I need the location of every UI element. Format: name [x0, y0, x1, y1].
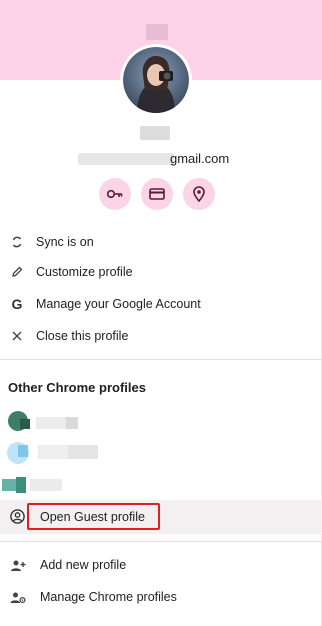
payment-methods-button[interactable]: [141, 178, 173, 210]
add-person-icon: [11, 560, 26, 571]
key-icon: [107, 189, 123, 199]
email-suffix: gmail.com: [170, 151, 230, 166]
location-pin-icon: [193, 186, 205, 202]
avatar-photo: [123, 47, 189, 113]
sync-status-item[interactable]: Sync is on: [0, 227, 322, 257]
pencil-icon: [10, 265, 24, 279]
avatar[interactable]: [123, 47, 189, 113]
credit-card-icon: [149, 188, 165, 200]
manage-chrome-profiles-item[interactable]: Manage Chrome profiles: [0, 584, 322, 612]
other-profile-item[interactable]: [0, 411, 322, 437]
guest-person-icon: [10, 509, 25, 524]
divider: [0, 541, 322, 542]
manage-chrome-profiles-label: Manage Chrome profiles: [40, 590, 177, 604]
open-guest-profile-label: Open Guest profile: [40, 510, 145, 524]
other-profile-item[interactable]: [0, 441, 322, 467]
email-redacted: [78, 153, 174, 165]
google-g-icon: G: [11, 296, 23, 312]
addresses-button[interactable]: [183, 178, 215, 210]
add-new-profile-item[interactable]: Add new profile: [0, 552, 322, 580]
customize-profile-item[interactable]: Customize profile: [0, 257, 322, 287]
manage-google-account-label: Manage your Google Account: [36, 297, 201, 311]
profile-name-redacted: [146, 24, 168, 40]
quick-actions: [99, 178, 223, 210]
profile-name-redacted: [140, 126, 170, 140]
sync-label: Sync is on: [36, 235, 94, 249]
customize-profile-label: Customize profile: [36, 265, 133, 279]
profile-menu-panel: gmail.com Sync is on Customize profile G…: [0, 0, 322, 626]
manage-profiles-icon: [10, 592, 26, 604]
profile-avatar-redacted: [2, 477, 62, 493]
close-profile-label: Close this profile: [36, 329, 129, 343]
profile-avatar-redacted: [7, 442, 98, 464]
manage-google-account-item[interactable]: G Manage your Google Account: [0, 289, 322, 319]
divider: [0, 359, 322, 360]
close-icon: [10, 329, 24, 343]
account-email: gmail.com: [0, 149, 322, 169]
passwords-button[interactable]: [99, 178, 131, 210]
other-profile-item[interactable]: [0, 475, 322, 501]
profile-avatar-redacted: [8, 411, 78, 431]
add-new-profile-label: Add new profile: [40, 558, 127, 572]
close-profile-item[interactable]: Close this profile: [0, 321, 322, 351]
other-profiles-heading: Other Chrome profiles: [8, 380, 146, 395]
sync-icon: [10, 235, 24, 249]
